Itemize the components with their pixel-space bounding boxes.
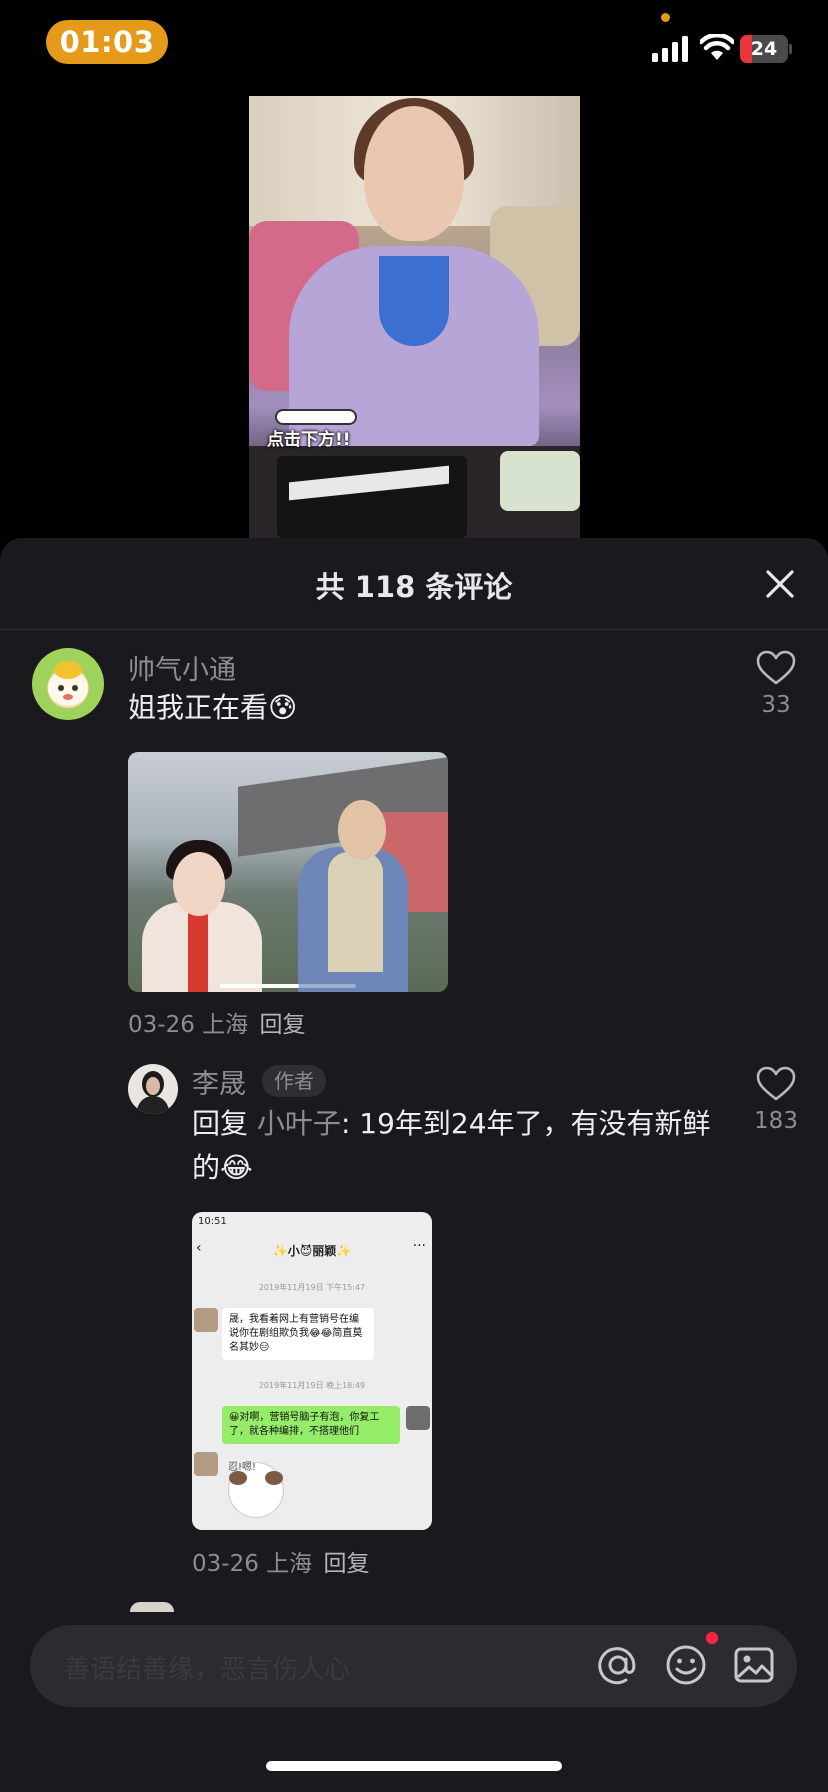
- avatar[interactable]: [128, 1064, 178, 1114]
- screenshot-date: 2019年11月19日 晚上18:49: [258, 1381, 366, 1390]
- screenshot-sticker-text: 忍!嗯!: [228, 1462, 257, 1473]
- author-badge: 作者: [262, 1065, 326, 1097]
- like-button[interactable]: 33: [746, 650, 806, 718]
- avatar: [130, 1602, 174, 1612]
- reply-button[interactable]: 回复: [259, 1012, 305, 1038]
- screenshot-date: 2019年11月19日 下午15:47: [258, 1283, 366, 1292]
- comment-date: 03-26: [192, 1551, 259, 1577]
- screenshot-more-icon: ···: [412, 1238, 426, 1254]
- battery-icon: 24: [740, 35, 792, 63]
- screenshot-avatar: [194, 1452, 218, 1476]
- notification-dot: [706, 1632, 718, 1644]
- cellular-signal-icon: [652, 36, 688, 62]
- wifi-icon: [700, 34, 734, 60]
- comment-location: 上海: [266, 1551, 313, 1577]
- comment-meta: 03-26 上海 回复: [192, 1544, 369, 1578]
- close-icon[interactable]: [762, 566, 798, 602]
- video-overlay-sticker: 点击下方!!: [267, 409, 367, 450]
- comment-date: 03-26: [128, 1012, 195, 1038]
- status-time: 01:03: [46, 20, 168, 64]
- attachment-progress-bar: [220, 984, 356, 988]
- screenshot-chat-title: ✨小😈丽颖✨: [272, 1244, 352, 1258]
- comment-video-attachment[interactable]: [128, 752, 448, 992]
- screenshot-avatar: [194, 1308, 218, 1332]
- comment-text: 姐我正在看😰: [128, 686, 297, 730]
- screenshot-message: 晟，我看着网上有营销号在编说你在剧组欺负我😂😂简直莫名其妙😑: [222, 1308, 374, 1360]
- comments-sheet: 共 118 条评论 帅气小通 姐我正在看😰 33 03-26 上海 回复 李晟 …: [0, 538, 828, 1792]
- screenshot-message: 😀对啊，营销号脑子有泡，你复工了，就各种编排，不搭理他们: [222, 1406, 400, 1444]
- battery-percentage: 24: [750, 38, 778, 60]
- heart-icon: [756, 1066, 796, 1101]
- like-count: 33: [761, 692, 791, 718]
- comment-input-bar[interactable]: 善语结善缘，恶言伤人心: [30, 1625, 797, 1707]
- comment-meta: 03-26 上海 回复: [128, 1005, 305, 1039]
- screenshot-status-time: 10:51: [198, 1216, 227, 1227]
- at-icon[interactable]: [596, 1643, 640, 1687]
- comment-image-attachment[interactable]: 10:51 ‹ ✨小😈丽颖✨ ··· 2019年11月19日 下午15:47 晟…: [192, 1212, 432, 1530]
- like-button[interactable]: 183: [746, 1066, 806, 1134]
- laughing-crying-emoji-icon: 😂: [220, 1151, 253, 1184]
- comment-body: 姐我正在看: [128, 691, 269, 724]
- screenshot-avatar: [406, 1406, 430, 1430]
- comment-username[interactable]: 李晟: [192, 1062, 246, 1101]
- status-bar: 01:03 24: [0, 0, 828, 90]
- like-count: 183: [754, 1108, 798, 1134]
- comment-text: 回复 小叶子: 19年到24年了，有没有新鲜的😂: [192, 1102, 712, 1190]
- avatar[interactable]: [32, 648, 104, 720]
- heart-icon: [756, 650, 796, 685]
- privacy-indicator-dot: [661, 13, 670, 22]
- crying-emoji-icon: 😰: [268, 691, 298, 724]
- comment-username[interactable]: 帅气小通: [128, 648, 236, 687]
- video-overlay-text: 点击下方!!: [267, 430, 351, 450]
- image-icon[interactable]: [732, 1643, 776, 1687]
- comments-header: 共 118 条评论: [0, 538, 828, 630]
- reply-mention[interactable]: 小叶子: [257, 1107, 341, 1140]
- emoji-icon[interactable]: [664, 1643, 708, 1687]
- comment-location: 上海: [202, 1012, 249, 1038]
- home-indicator[interactable]: [266, 1761, 562, 1771]
- video-player[interactable]: 点击下方!!: [249, 96, 580, 538]
- comment-input[interactable]: 善语结善缘，恶言伤人心: [64, 1649, 350, 1686]
- reply-button[interactable]: 回复: [323, 1551, 369, 1577]
- reply-prefix: 回复: [192, 1107, 249, 1140]
- comments-count-title: 共 118 条评论: [315, 570, 513, 604]
